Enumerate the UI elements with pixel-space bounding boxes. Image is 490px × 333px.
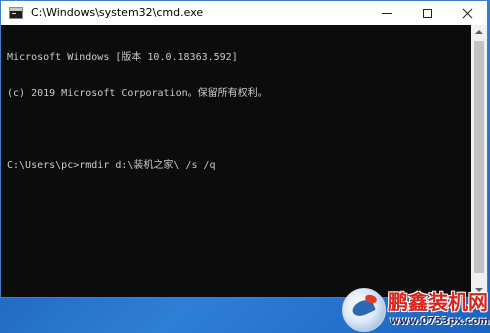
- console-line-copyright: (c) 2019 Microsoft Corporation。保留所有权利。: [7, 88, 268, 99]
- title-bar[interactable]: C:\Windows\system32\cmd.exe: [1, 1, 487, 25]
- vertical-scrollbar[interactable]: [471, 25, 487, 297]
- close-icon: [462, 8, 473, 19]
- console-output[interactable]: Microsoft Windows [版本 10.0.18363.592] (c…: [1, 25, 471, 297]
- maximize-button[interactable]: [407, 1, 447, 25]
- watermark-url: www.0753px.com: [390, 316, 490, 327]
- scroll-up-arrow-icon[interactable]: [471, 25, 487, 39]
- console-line-command[interactable]: C:\Users\pc>rmdir d:\装机之家\ /s /q: [7, 160, 471, 172]
- scroll-thumb[interactable]: [474, 41, 484, 273]
- maximize-icon: [422, 8, 432, 18]
- console-line-version: Microsoft Windows [版本 10.0.18363.592]: [7, 52, 238, 63]
- window-title: C:\Windows\system32\cmd.exe: [31, 6, 204, 19]
- cmd-console-icon[interactable]: [9, 7, 23, 19]
- minimize-icon: [382, 12, 392, 14]
- brand-logo-icon: [342, 288, 386, 332]
- watermark-brand: 鹏鑫装机网: [388, 290, 488, 314]
- cmd-window[interactable]: C:\Windows\system32\cmd.exe Microsoft Wi…: [0, 0, 488, 298]
- close-button[interactable]: [447, 1, 487, 25]
- site-watermark: 鹏鑫装机网 www.0753px.com: [334, 288, 490, 333]
- minimize-button[interactable]: [367, 1, 407, 25]
